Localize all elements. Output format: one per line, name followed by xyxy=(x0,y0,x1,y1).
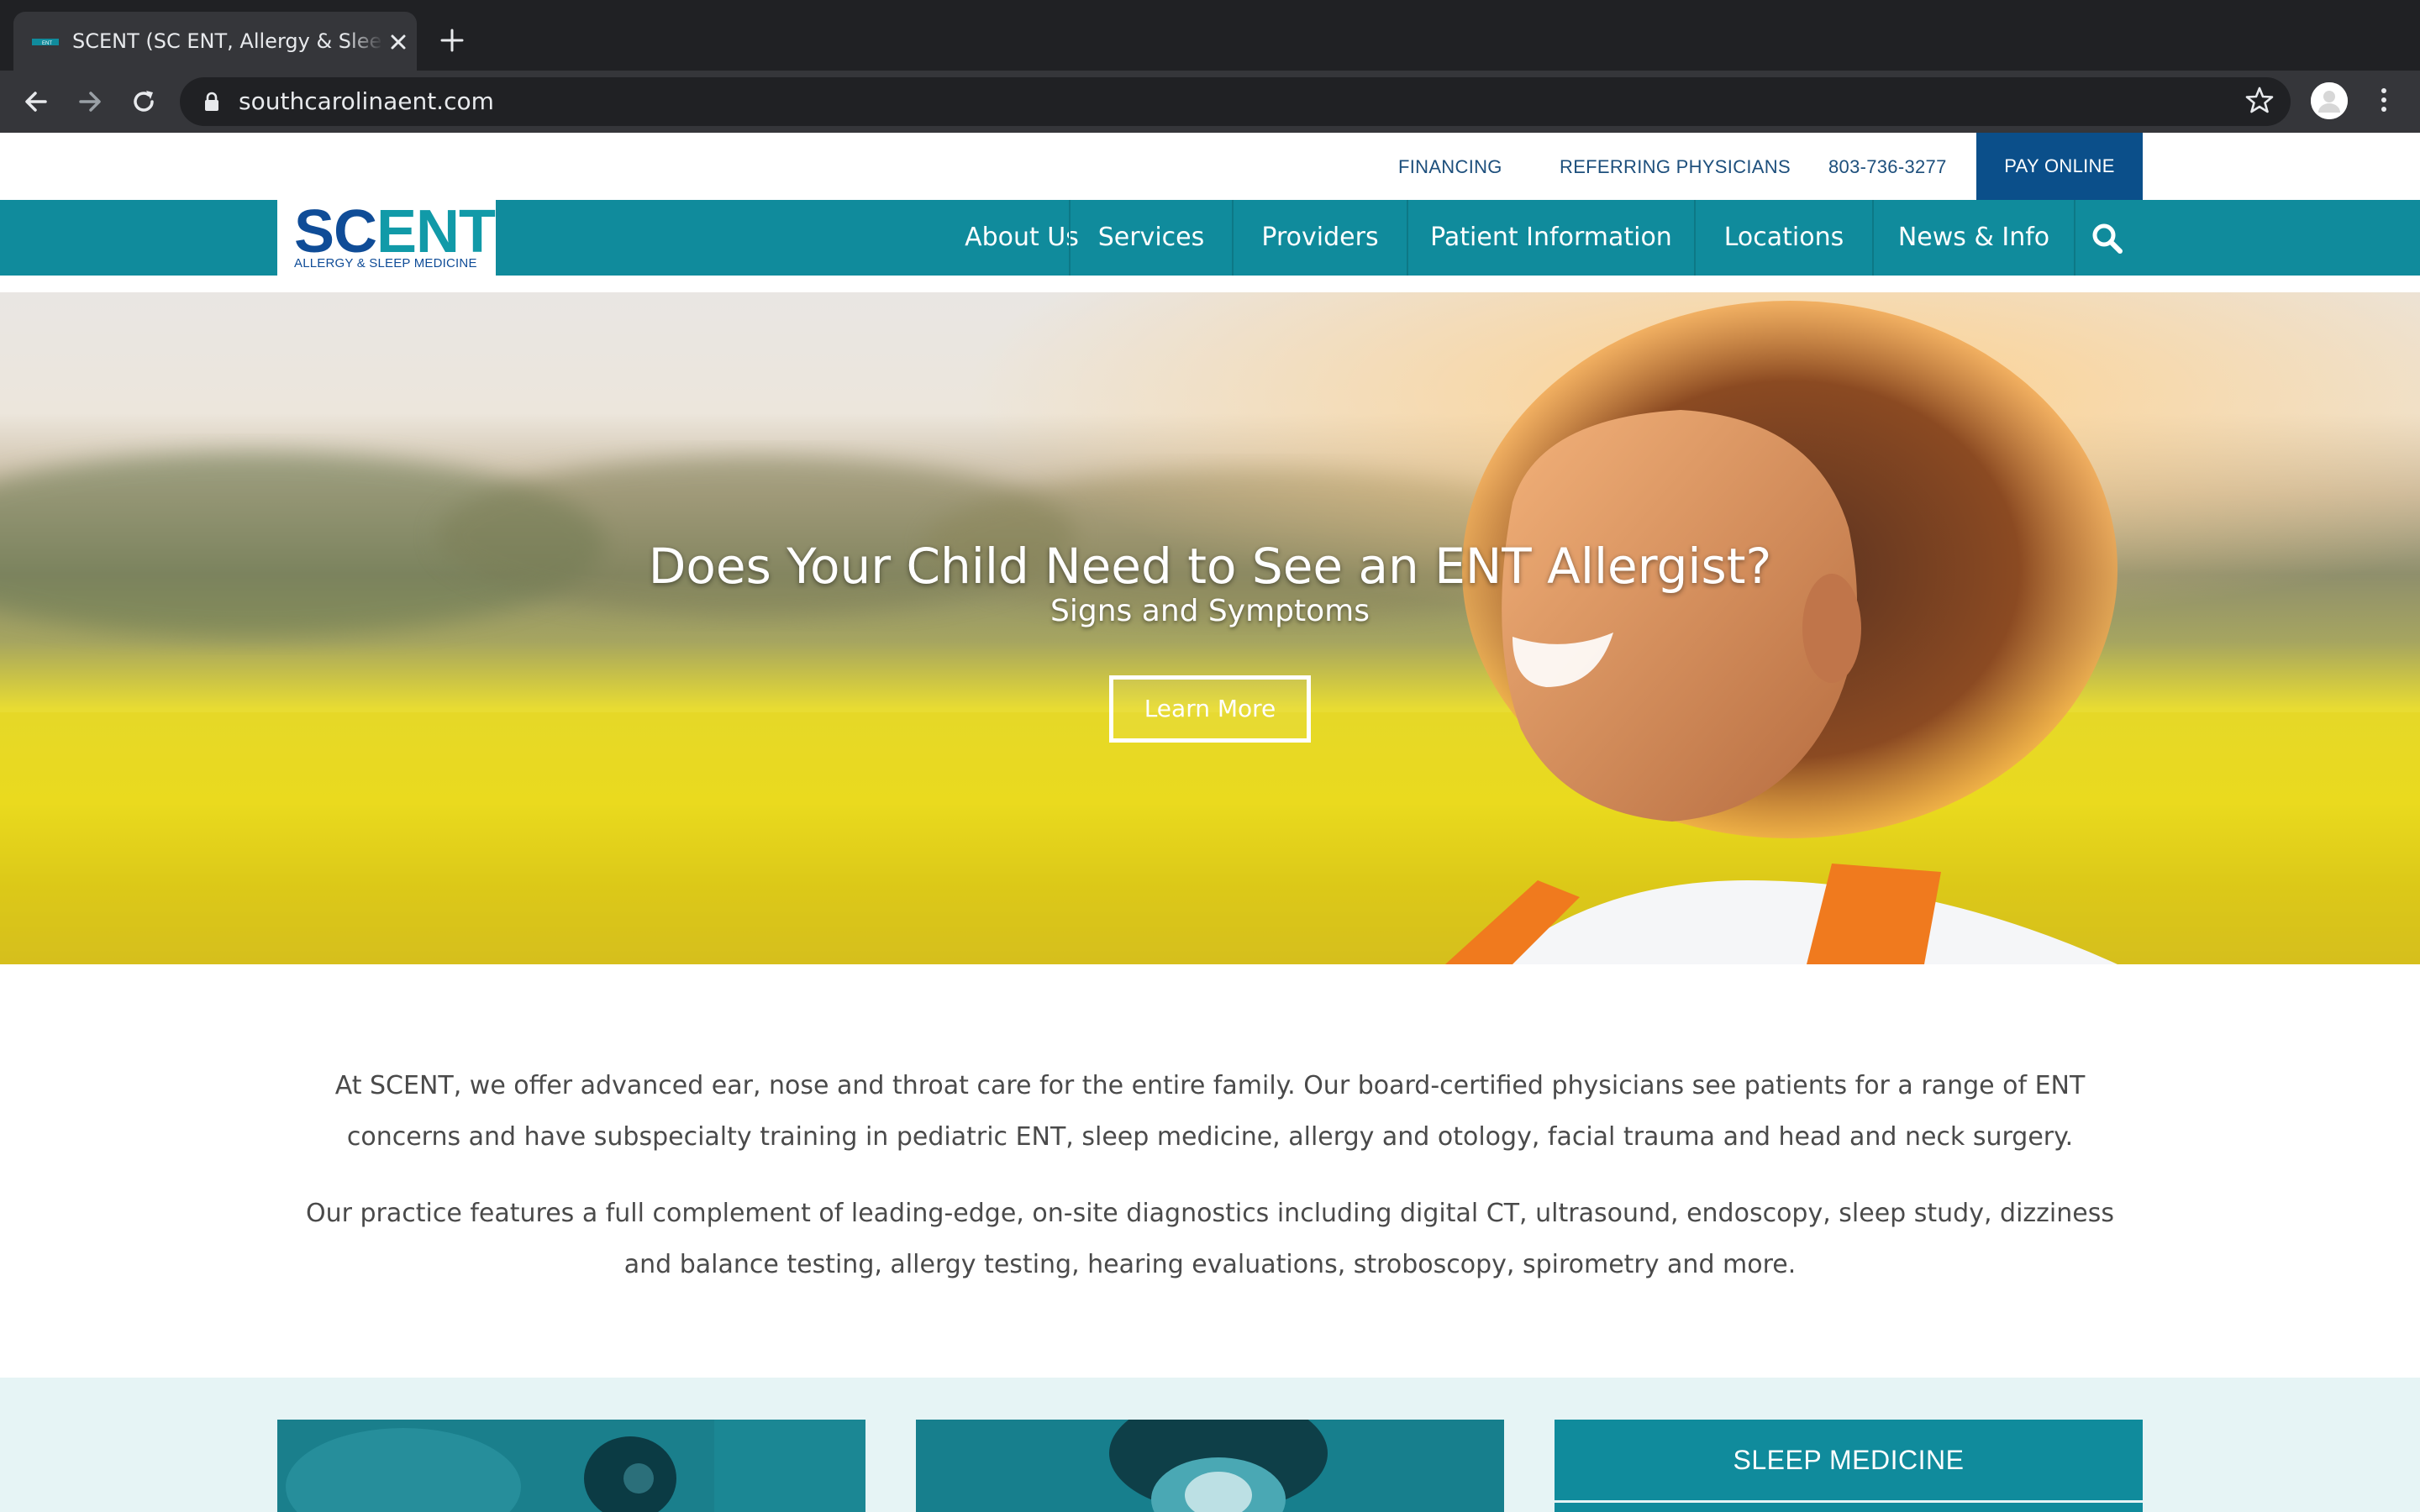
main-nav: SCENT ALLERGY & SLEEP MEDICINE About Us … xyxy=(0,198,2420,276)
address-bar[interactable]: southcarolinaent.com xyxy=(180,77,2291,126)
ent-card-image[interactable] xyxy=(277,1420,865,1512)
url-text[interactable]: southcarolinaent.com xyxy=(239,87,494,116)
tab-title: SCENT (SC ENT, Allergy & Sleep Medicine) xyxy=(72,29,383,53)
close-tab-icon[interactable] xyxy=(387,30,410,54)
forward-icon[interactable] xyxy=(74,86,106,118)
back-icon[interactable] xyxy=(20,86,52,118)
nav-patient-information[interactable]: Patient Information xyxy=(1408,200,1694,276)
bookmark-star-icon[interactable] xyxy=(2245,86,2274,114)
hero-subtitle: Signs and Symptoms xyxy=(1050,594,1370,628)
nav-divider xyxy=(2074,200,2075,276)
browser-tab-bar: ENT SCENT (SC ENT, Allergy & Sleep Medic… xyxy=(0,0,2420,71)
profile-avatar-icon[interactable] xyxy=(2311,82,2348,119)
pay-online-button[interactable]: PAY ONLINE xyxy=(1976,133,2143,200)
search-icon[interactable] xyxy=(2091,222,2124,255)
nav-services[interactable]: Services xyxy=(1071,200,1232,276)
intro-paragraph-2: Our practice features a full complement … xyxy=(306,1199,2114,1279)
phone-link[interactable]: 803-736-3277 xyxy=(1828,156,1947,178)
nav-locations[interactable]: Locations xyxy=(1696,200,1872,276)
sleep-medicine-card[interactable]: SLEEP MEDICINE xyxy=(1555,1420,2143,1512)
intro-paragraph-1: At SCENT, we offer advanced ear, nose an… xyxy=(334,1071,2086,1152)
logo-ent: ENT xyxy=(376,198,496,265)
hero-banner: Does Your Child Need to See an ENT Aller… xyxy=(0,292,2420,964)
lock-icon[interactable] xyxy=(203,92,220,112)
nav-providers[interactable]: Providers xyxy=(1234,200,1407,276)
logo-sc: SC xyxy=(294,198,377,265)
utility-nav: FINANCING REFERRING PHYSICIANS 803-736-3… xyxy=(0,133,2420,200)
nav-news-info[interactable]: News & Info xyxy=(1874,200,2074,276)
financing-link[interactable]: FINANCING xyxy=(1398,156,1502,178)
browser-menu-icon[interactable] xyxy=(2371,86,2396,114)
browser-toolbar: southcarolinaent.com xyxy=(0,71,2420,133)
site-logo[interactable]: SCENT ALLERGY & SLEEP MEDICINE xyxy=(277,198,496,276)
allergy-card-image[interactable] xyxy=(916,1420,1504,1512)
svg-text:ENT: ENT xyxy=(42,41,52,46)
learn-more-button[interactable]: Learn More xyxy=(1109,675,1311,743)
sleep-medicine-label: SLEEP MEDICINE xyxy=(1733,1445,1965,1475)
referring-physicians-link[interactable]: REFERRING PHYSICIANS xyxy=(1560,156,1791,178)
services-cards: SLEEP MEDICINE xyxy=(0,1378,2420,1512)
intro-section: At SCENT, we offer advanced ear, nose an… xyxy=(286,1060,2134,1315)
hero-title: Does Your Child Need to See an ENT Aller… xyxy=(648,538,1772,595)
reload-icon[interactable] xyxy=(128,86,160,118)
logo-tagline: ALLERGY & SLEEP MEDICINE xyxy=(294,256,477,270)
card-divider xyxy=(1555,1500,2143,1503)
site-favicon-icon: ENT xyxy=(32,39,59,46)
browser-tab[interactable]: ENT SCENT (SC ENT, Allergy & Sleep Medic… xyxy=(13,12,417,71)
new-tab-icon[interactable] xyxy=(439,27,466,54)
